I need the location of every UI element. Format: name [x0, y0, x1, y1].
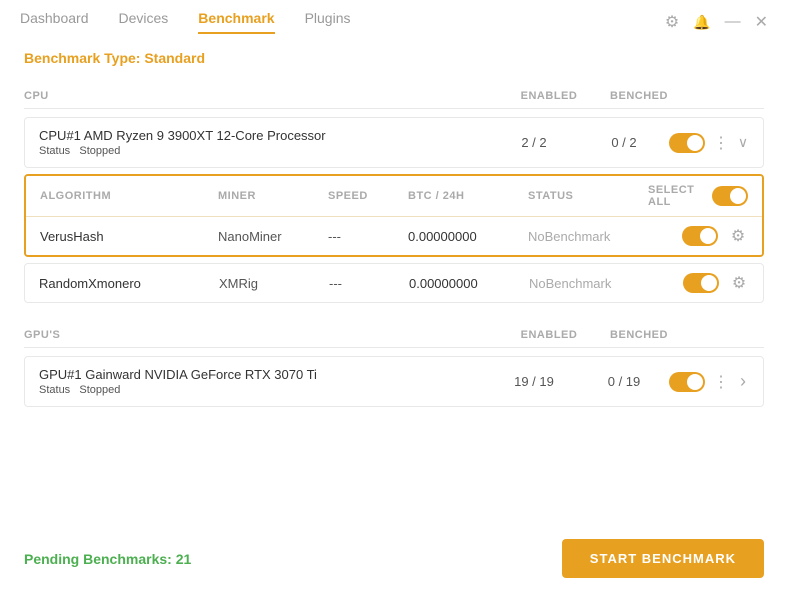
bell-icon[interactable]: 🔔 [693, 14, 710, 31]
algo-status-randomxmonero: NoBenchmark [529, 276, 649, 291]
gpu-section-header: GPU'S ENABLED BENCHED [24, 323, 764, 348]
settings-icon[interactable]: ⚙ [665, 12, 679, 32]
nav-tabs: Dashboard Devices Benchmark Plugins [20, 10, 350, 34]
algo-miner-randomxmonero: XMRig [219, 276, 329, 291]
gpu-device-benched: 0 / 19 [579, 374, 669, 389]
gpu-device-status: Status Stopped [39, 384, 489, 396]
window-controls: ⚙ 🔔 — ✕ [665, 12, 768, 32]
gpu-device-actions: ⋮ › [669, 372, 749, 392]
tab-plugins[interactable]: Plugins [305, 10, 351, 34]
cpu-device-row: CPU#1 AMD Ryzen 9 3900XT 12-Core Process… [24, 117, 764, 168]
cpu-enabled-label: ENABLED [504, 90, 594, 102]
gpu-toggle[interactable] [669, 372, 705, 392]
gpu-more-icon[interactable]: ⋮ [713, 372, 729, 392]
benchmark-type-row: Benchmark Type: Standard [24, 50, 764, 66]
gpu-device-row: GPU#1 Gainward NVIDIA GeForce RTX 3070 T… [24, 356, 764, 407]
select-all-toggle[interactable] [712, 186, 748, 206]
cpu-device-benched: 0 / 2 [579, 135, 669, 150]
gpu-benched-label: BENCHED [594, 329, 684, 341]
tab-devices[interactable]: Devices [119, 10, 169, 34]
tab-benchmark[interactable]: Benchmark [198, 10, 274, 34]
algo-col-speed-label: SPEED [328, 190, 408, 202]
cpu-toggle[interactable] [669, 133, 705, 153]
titlebar: Dashboard Devices Benchmark Plugins ⚙ 🔔 … [0, 0, 788, 34]
pending-benchmarks-text: Pending Benchmarks: 21 [24, 551, 191, 567]
close-icon[interactable]: ✕ [755, 12, 768, 32]
cpu-section-header: CPU ENABLED BENCHED [24, 84, 764, 109]
gpu-expand-icon[interactable]: › [737, 372, 749, 392]
algo-speed-randomxmonero: --- [329, 276, 409, 291]
main-window: Dashboard Devices Benchmark Plugins ⚙ 🔔 … [0, 0, 788, 594]
start-benchmark-button[interactable]: START BENCHMARK [562, 539, 764, 578]
algo-col-algorithm-label: ALGORITHM [40, 190, 218, 202]
gpu-label: GPU'S [24, 329, 504, 341]
cpu-expand-icon[interactable]: ∨ [737, 133, 749, 153]
cpu-device-enabled: 2 / 2 [489, 135, 579, 150]
algo-miner-verushash: NanoMiner [218, 229, 328, 244]
verushash-toggle[interactable] [682, 226, 718, 246]
benchmark-type-value: Standard [144, 50, 205, 66]
randomxmonero-toggle[interactable] [683, 273, 719, 293]
verushash-settings-icon[interactable]: ⚙ [728, 226, 748, 246]
main-content: Benchmark Type: Standard CPU ENABLED BEN… [0, 34, 788, 527]
gpu-device-enabled: 19 / 19 [489, 374, 579, 389]
algo-row-randomxmonero: RandomXmonero XMRig --- 0.00000000 NoBen… [24, 263, 764, 303]
cpu-more-icon[interactable]: ⋮ [713, 133, 729, 153]
tab-dashboard[interactable]: Dashboard [20, 10, 89, 34]
gpu-device-name: GPU#1 Gainward NVIDIA GeForce RTX 3070 T… [39, 367, 489, 382]
algo-name-randomxmonero: RandomXmonero [39, 276, 219, 291]
algo-col-status-label: STATUS [528, 190, 648, 202]
cpu-benched-label: BENCHED [594, 90, 684, 102]
cpu-device-name: CPU#1 AMD Ryzen 9 3900XT 12-Core Process… [39, 128, 489, 143]
algo-actions-randomxmonero: ⚙ [649, 273, 749, 293]
footer: Pending Benchmarks: 21 START BENCHMARK [0, 527, 788, 594]
benchmark-type-label: Benchmark Type: [24, 50, 140, 66]
algo-table-header: ALGORITHM MINER SPEED BTC / 24H STATUS S… [26, 176, 762, 217]
algo-speed-verushash: --- [328, 229, 408, 244]
algo-col-btc-label: BTC / 24H [408, 190, 528, 202]
algo-actions-verushash: ⚙ [648, 226, 748, 246]
algo-btc-randomxmonero: 0.00000000 [409, 276, 529, 291]
gpu-enabled-label: ENABLED [504, 329, 594, 341]
algo-btc-verushash: 0.00000000 [408, 229, 528, 244]
randomxmonero-settings-icon[interactable]: ⚙ [729, 273, 749, 293]
cpu-device-actions: ⋮ ∨ [669, 133, 749, 153]
cpu-section: CPU ENABLED BENCHED CPU#1 AMD Ryzen 9 39… [24, 84, 764, 303]
algo-row-verushash: VerusHash NanoMiner --- 0.00000000 NoBen… [26, 217, 762, 255]
gpu-section: GPU'S ENABLED BENCHED GPU#1 Gainward NVI… [24, 323, 764, 407]
cpu-device-status: Status Stopped [39, 145, 489, 157]
cpu-label: CPU [24, 90, 504, 102]
algo-col-miner-label: MINER [218, 190, 328, 202]
algo-col-selectall-label: SELECT ALL [648, 184, 748, 208]
minimize-icon[interactable]: — [725, 13, 741, 31]
algo-table-highlighted: ALGORITHM MINER SPEED BTC / 24H STATUS S… [24, 174, 764, 257]
algo-name-verushash: VerusHash [40, 229, 218, 244]
algo-status-verushash: NoBenchmark [528, 229, 648, 244]
